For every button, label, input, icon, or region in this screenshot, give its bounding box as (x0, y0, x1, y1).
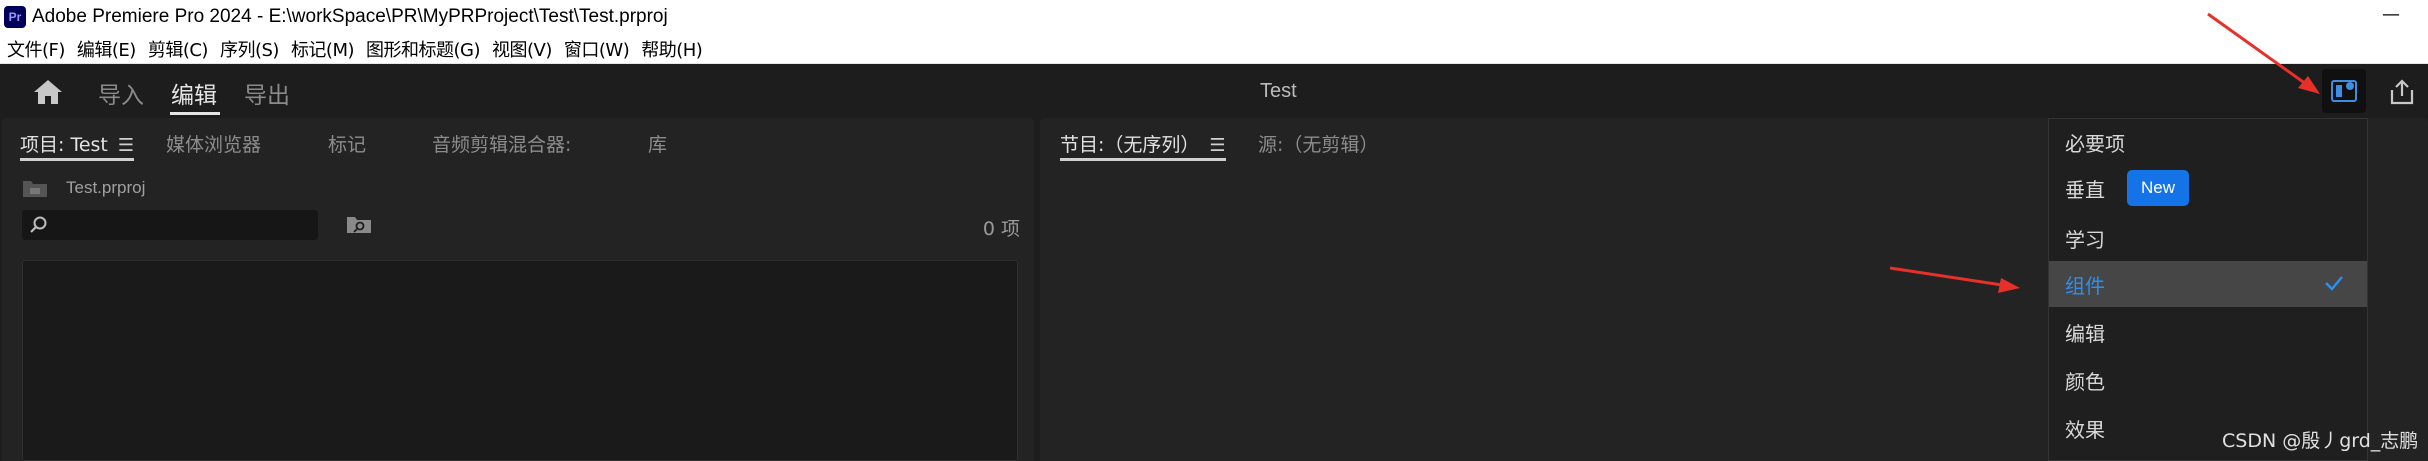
menu-view[interactable]: 视图(V) (486, 36, 558, 62)
panel-menu-icon[interactable]: ☰ (118, 135, 134, 156)
tab-markers[interactable]: 标记 (328, 130, 366, 157)
menu-markers[interactable]: 标记(M) (285, 36, 360, 62)
tab-project[interactable]: 项目: Test ☰ (20, 130, 134, 157)
tab-media-browser[interactable]: 媒体浏览器 (166, 130, 261, 157)
workspace-dropdown: 必要项 垂直 New 学习 组件 编辑 颜色 效果 (2048, 118, 2368, 461)
home-icon[interactable] (32, 78, 64, 106)
tab-project-label: 项目: Test (20, 134, 108, 156)
workspace-essentials-label: 必要项 (2065, 131, 2125, 156)
new-badge: New (2127, 170, 2189, 206)
workspace-color[interactable]: 颜色 (2049, 357, 2367, 403)
workspace-header: 导入 编辑 导出 Test (0, 64, 2428, 118)
menu-sequence[interactable]: 序列(S) (214, 36, 285, 62)
workspace-vertical[interactable]: 垂直 New (2049, 165, 2367, 211)
tab-source[interactable]: 源:（无剪辑） (1258, 130, 1378, 157)
minimize-button[interactable]: — (2382, 4, 2400, 25)
title-bar: Pr Adobe Premiere Pro 2024 - E:\workSpac… (0, 0, 2428, 34)
workspace-assembly-label: 组件 (2065, 273, 2105, 298)
workspace-effects-label: 效果 (2065, 417, 2105, 442)
menu-clip[interactable]: 剪辑(C) (142, 36, 214, 62)
checkmark-icon (2325, 276, 2343, 291)
project-folder-icon (23, 181, 47, 197)
tab-edit[interactable]: 编辑 (171, 76, 217, 110)
workspace-essentials[interactable]: 必要项 (2049, 119, 2367, 165)
tab-libraries[interactable]: 库 (648, 130, 667, 157)
workspace-learning-label: 学习 (2065, 227, 2105, 252)
workspace-editing[interactable]: 编辑 (2049, 309, 2367, 355)
tab-audio-clip-mixer[interactable]: 音频剪辑混合器: (432, 130, 571, 157)
project-panel: 项目: Test ☰ 媒体浏览器 标记 音频剪辑混合器: 库 Test.prpro… (2, 118, 1034, 461)
tab-program-label: 节目:（无序列） (1060, 134, 1200, 156)
premiere-app-icon: Pr (4, 6, 26, 28)
search-icon (30, 216, 47, 233)
workspace-learning[interactable]: 学习 (2049, 215, 2367, 261)
item-count: 0 项 (982, 218, 1020, 240)
tab-export[interactable]: 导出 (244, 76, 290, 110)
menu-help[interactable]: 帮助(H) (635, 36, 708, 62)
menu-bar: 文件(F) 编辑(E) 剪辑(C) 序列(S) 标记(M) 图形和标题(G) 视… (0, 34, 2428, 64)
watermark: CSDN @殷丿grd_志鹏 (2222, 430, 2419, 452)
window-title: Adobe Premiere Pro 2024 - E:\workSpace\P… (32, 6, 668, 27)
menu-graphics-titles[interactable]: 图形和标题(G) (360, 36, 486, 62)
project-title: Test (1260, 80, 1297, 102)
menu-edit[interactable]: 编辑(E) (71, 36, 142, 62)
workspace-assembly[interactable]: 组件 (2049, 261, 2367, 307)
project-search-input[interactable] (22, 210, 318, 240)
project-file-name: Test.prproj (66, 178, 146, 197)
program-panel-menu-icon[interactable]: ☰ (1209, 135, 1225, 156)
tab-import[interactable]: 导入 (98, 76, 144, 110)
project-bin-area[interactable] (22, 260, 1018, 461)
workspace-vertical-label: 垂直 (2065, 177, 2105, 202)
workspace-color-label: 颜色 (2065, 369, 2105, 394)
menu-window[interactable]: 窗口(W) (558, 36, 635, 62)
program-tab-indicator (1060, 158, 1226, 161)
tab-program[interactable]: 节目:（无序列） ☰ (1060, 130, 1226, 157)
menu-file[interactable]: 文件(F) (0, 36, 71, 62)
find-folder-icon[interactable] (346, 214, 372, 234)
active-tab-indicator (170, 112, 220, 115)
workspace-editing-label: 编辑 (2065, 321, 2105, 346)
workspaces-button[interactable] (2322, 69, 2366, 113)
project-tab-indicator (20, 158, 134, 161)
share-icon[interactable] (2388, 78, 2416, 106)
workspace-icon (2331, 80, 2357, 102)
